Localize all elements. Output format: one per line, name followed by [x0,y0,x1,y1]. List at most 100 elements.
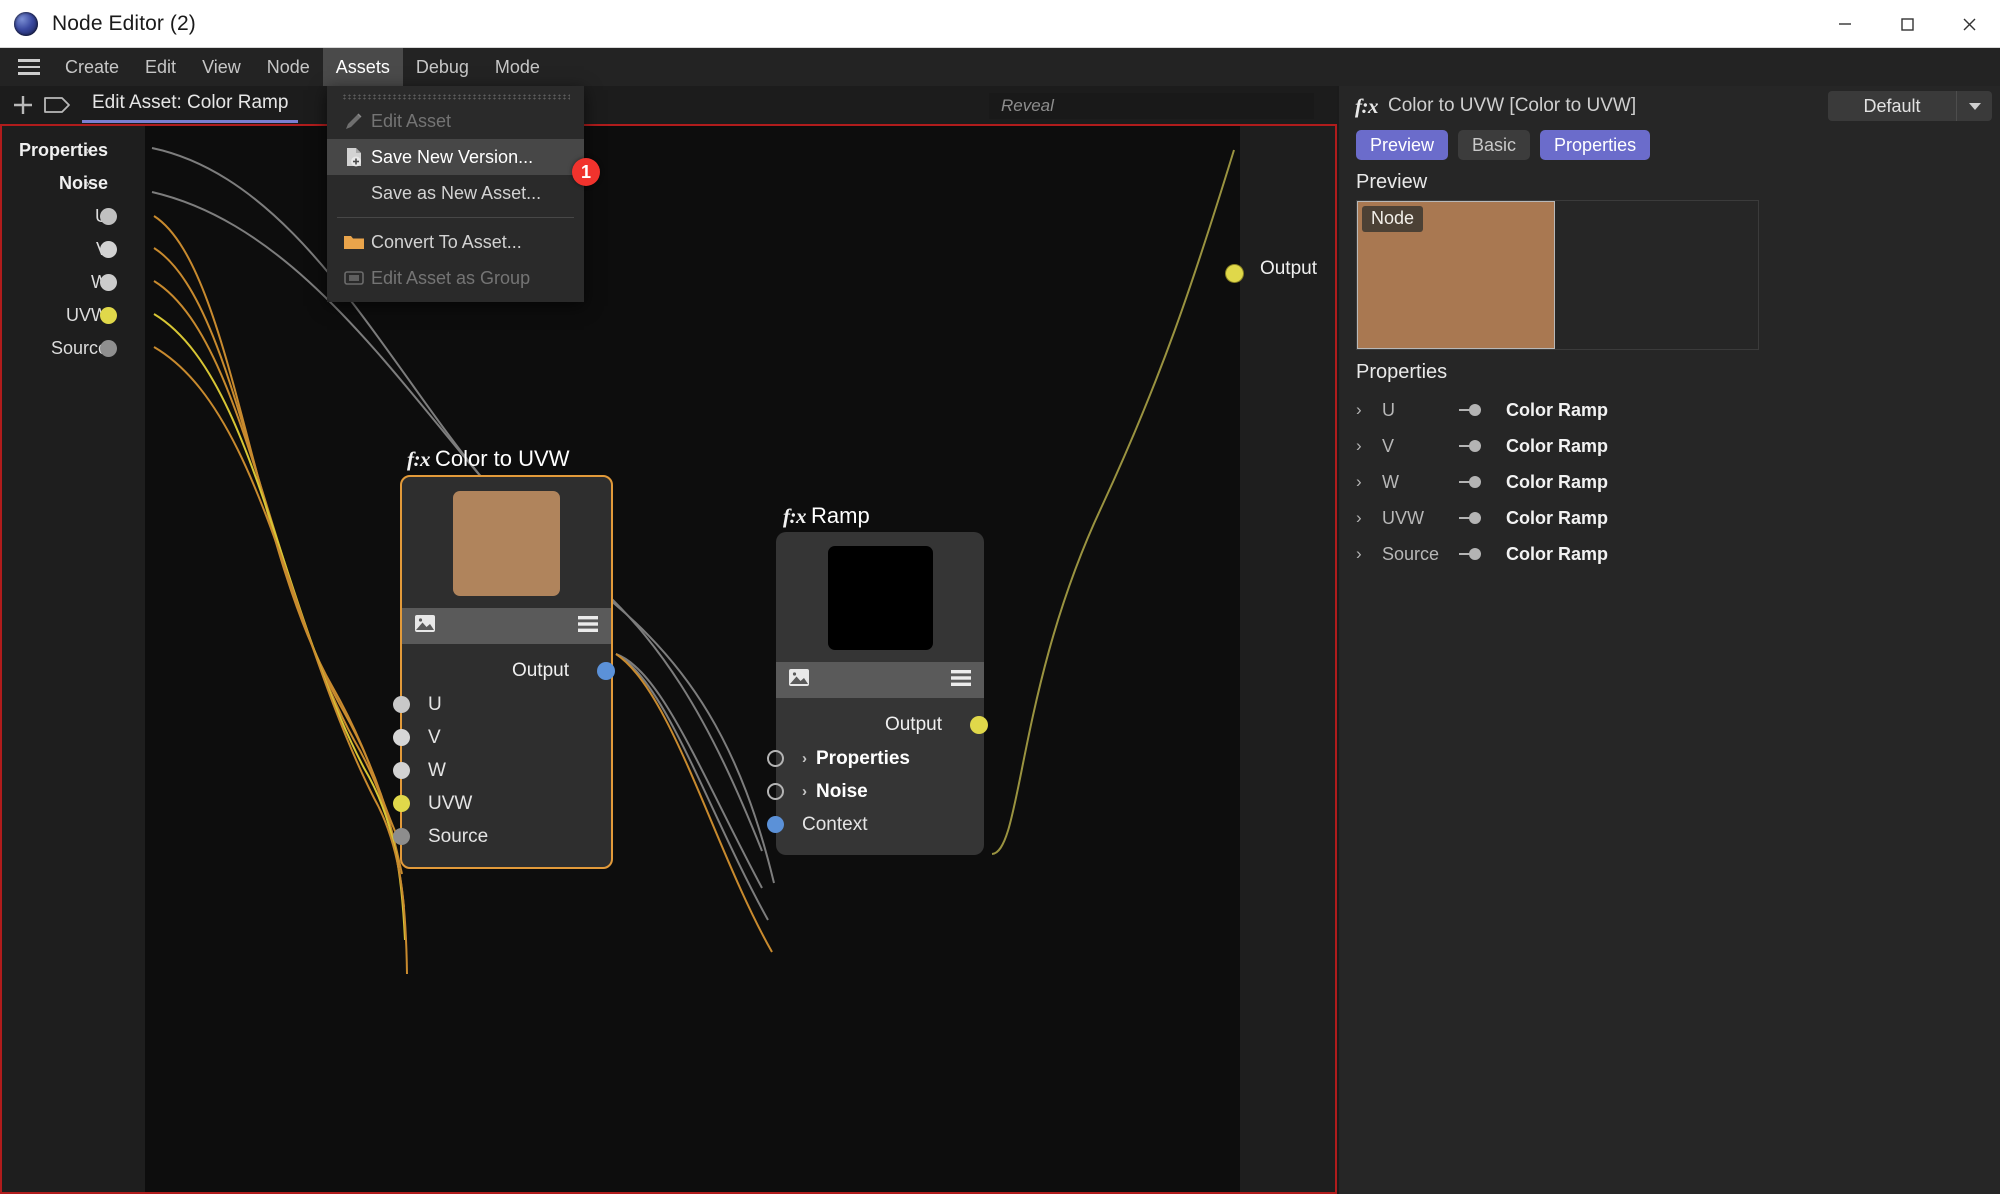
chevron-right-icon[interactable]: › [1356,400,1382,420]
menuitem-save-new-version[interactable]: Save New Version... [327,139,584,175]
menu-lines-icon[interactable] [577,615,599,638]
node-output-row[interactable]: Output [402,654,615,688]
param-row-w[interactable]: W [2,266,145,299]
menuitem-save-as-new-asset[interactable]: Save as New Asset... [327,175,584,211]
inspector-title: Color to UVW [Color to UVW] [1388,95,1637,116]
menuitem-edit-asset[interactable]: Edit Asset [327,103,584,139]
socket-input-uvw[interactable] [393,795,410,812]
node-output-label: Output [511,660,569,681]
canvas-field[interactable] [145,126,1240,1128]
image-icon[interactable] [414,614,436,638]
node-input-context[interactable]: Context [767,808,984,841]
node-input-label: UVW [428,792,473,814]
node-input-label: V [428,726,441,748]
plus-icon[interactable] [6,88,40,122]
node-thumbnail[interactable] [453,491,560,596]
chevron-right-icon[interactable]: › [802,750,807,767]
tag-icon[interactable] [40,88,74,122]
property-row-uvw[interactable]: › UVW Color Ramp [1356,500,2000,536]
node-input-u[interactable]: U [393,688,611,721]
node-ramp[interactable]: f:x Ramp Output › Properties › Noise Con… [767,503,988,855]
chevron-right-icon[interactable]: › [1356,472,1382,492]
close-button[interactable] [1938,0,2000,48]
node-body[interactable]: Output U V W UVW Source [393,475,615,869]
socket-node-output[interactable] [597,662,615,680]
property-row-v[interactable]: › V Color Ramp [1356,428,2000,464]
chevron-right-icon[interactable]: › [85,175,90,192]
tab-properties[interactable]: Properties [1540,130,1651,160]
socket-input-v[interactable] [393,729,410,746]
node-input-v[interactable]: V [393,721,611,754]
maximize-button[interactable] [1876,0,1938,48]
tab-preview[interactable]: Preview [1356,130,1449,160]
menu-lines-icon[interactable] [950,669,972,692]
socket-w[interactable] [100,274,117,291]
chevron-right-icon[interactable]: › [85,142,90,159]
node-graph-canvas[interactable]: Properties › Noise › U V W Source Output… [0,124,1337,1194]
socket-source[interactable] [100,340,117,357]
menu-create[interactable]: Create [52,48,132,86]
menu-mode[interactable]: Mode [482,48,553,86]
property-socket[interactable] [1458,403,1506,417]
socket-input-context[interactable] [767,816,784,833]
chevron-right-icon[interactable]: › [1356,544,1382,564]
node-body[interactable]: Output › Properties › Noise Context [767,532,988,855]
socket-input-noise[interactable] [767,783,784,800]
asset-tab[interactable]: Edit Asset: Color Ramp [82,87,299,123]
node-color-to-uvw[interactable]: f:x Color to UVW Output U V W UVW Source [393,446,615,869]
socket-input-properties[interactable] [767,750,784,767]
node-input-properties[interactable]: › Properties [767,742,984,775]
socket-input-source[interactable] [393,828,410,845]
property-row-source[interactable]: › Source Color Ramp [1356,536,2000,572]
menu-view[interactable]: View [189,48,254,86]
menu-debug[interactable]: Debug [403,48,482,86]
assets-dropdown-menu[interactable]: Edit Asset Save New Version... Save as N… [327,86,584,302]
chevron-right-icon[interactable]: › [1356,436,1382,456]
hamburger-icon[interactable] [6,48,52,86]
node-input-w[interactable]: W [393,754,611,787]
menuitem-convert-to-asset[interactable]: Convert To Asset... [327,224,584,260]
tab-basic[interactable]: Basic [1458,130,1531,160]
preview-box[interactable]: Node [1356,200,1759,350]
socket-v[interactable] [100,241,117,258]
window-controls [1814,0,2000,48]
socket-input-u[interactable] [393,696,410,713]
menu-assets[interactable]: Assets [322,48,403,86]
reveal-input[interactable]: Reveal [989,93,1314,119]
preset-dropdown[interactable]: Default [1828,91,1992,121]
chevron-right-icon[interactable]: › [1356,508,1382,528]
param-row-uvw[interactable]: UVW [2,299,145,332]
param-row-source[interactable]: Source [2,332,145,365]
socket-input-w[interactable] [393,762,410,779]
menuitem-edit-asset-as-group[interactable]: Edit Asset as Group [327,260,584,296]
image-icon[interactable] [788,668,810,692]
menu-node[interactable]: Node [254,48,323,86]
property-row-w[interactable]: › W Color Ramp [1356,464,2000,500]
property-socket[interactable] [1458,475,1506,489]
property-socket[interactable] [1458,439,1506,453]
param-row-noise[interactable]: Noise › [2,167,145,200]
property-socket[interactable] [1458,547,1506,561]
node-input-noise[interactable]: › Noise [767,775,984,808]
node-input-uvw[interactable]: UVW [393,787,611,820]
socket-u[interactable] [100,208,117,225]
inspector-panel: f:x Color to UVW [Color to UVW] Default … [1339,86,2000,1194]
socket-uvw[interactable] [100,307,117,324]
node-thumbnail[interactable] [827,546,933,650]
chevron-right-icon[interactable]: › [802,783,807,800]
property-row-u[interactable]: › U Color Ramp [1356,392,2000,428]
param-row-u[interactable]: U [2,200,145,233]
node-output-row[interactable]: Output [776,708,988,742]
socket-graph-output[interactable] [1226,265,1243,282]
node-input-label: Source [428,825,489,847]
chevron-down-icon[interactable] [1956,91,1992,121]
property-socket[interactable] [1458,511,1506,525]
param-row-properties[interactable]: Properties › [2,134,145,167]
param-row-v[interactable]: V [2,233,145,266]
preview-swatch[interactable]: Node [1357,201,1555,349]
socket-node-output[interactable] [970,716,988,734]
minimize-button[interactable] [1814,0,1876,48]
drag-grip-icon[interactable] [327,90,584,103]
node-input-source[interactable]: Source [393,820,611,853]
menu-edit[interactable]: Edit [132,48,189,86]
